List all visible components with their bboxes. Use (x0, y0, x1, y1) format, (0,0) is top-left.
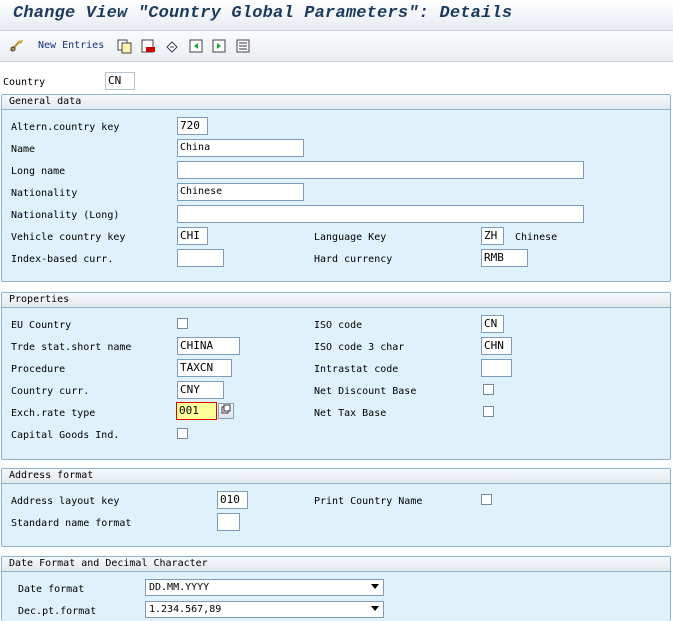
trde-stat-short-name-field[interactable]: CHINA (177, 337, 240, 355)
standard-name-format-label: Standard name format (11, 518, 132, 529)
undo-icon[interactable] (163, 37, 181, 55)
new-entries-button[interactable]: New Entries (38, 40, 104, 51)
name-field[interactable]: China (177, 139, 304, 157)
next-entry-icon[interactable] (210, 37, 228, 55)
iso-code-3-char-label: ISO code 3 char (314, 342, 405, 353)
date-format-label: Date format (18, 584, 85, 595)
group-title: Date Format and Decimal Character (2, 557, 670, 572)
address-layout-key-field[interactable]: 010 (217, 491, 248, 509)
index-based-curr-label: Index-based curr. (11, 254, 114, 265)
capital-goods-ind-label: Capital Goods Ind. (11, 430, 120, 441)
vehicle-country-key-label: Vehicle country key (11, 232, 126, 243)
eu-country-checkbox[interactable] (177, 318, 188, 329)
variable-list-icon[interactable] (234, 37, 252, 55)
date-format-dropdown[interactable]: DD.MM.YYYY (145, 579, 384, 596)
hard-currency-field[interactable]: RMB (481, 249, 528, 267)
long-name-label: Long name (11, 166, 66, 177)
iso-code-3-char-field[interactable]: CHN (481, 337, 512, 355)
dec-pt-format-dropdown[interactable]: 1.234.567,89 (145, 601, 384, 618)
date-format-value: DD.MM.YYYY (149, 582, 210, 593)
print-country-name-label: Print Country Name (314, 496, 423, 507)
nationality-label: Nationality (11, 188, 78, 199)
title-bar: Change View "Country Global Parameters":… (0, 0, 673, 31)
procedure-field[interactable]: TAXCN (177, 359, 232, 377)
group-title: Address format (2, 469, 670, 484)
language-key-label: Language Key (314, 232, 387, 243)
language-key-text: Chinese (515, 232, 558, 243)
altern-country-key-label: Altern.country key (11, 122, 120, 133)
iso-code-label: ISO code (314, 320, 363, 331)
copy-icon[interactable] (115, 37, 133, 55)
standard-name-format-field[interactable] (217, 513, 240, 531)
window-title: Change View "Country Global Parameters":… (13, 4, 513, 23)
nationality-long-field[interactable] (177, 205, 584, 223)
value-help-icon[interactable] (218, 403, 234, 419)
vehicle-country-key-field[interactable]: CHI (177, 227, 208, 245)
altern-country-key-field[interactable]: 720 (177, 117, 208, 135)
intrastat-code-field[interactable] (481, 359, 512, 377)
chevron-down-icon (371, 584, 379, 589)
net-tax-base-checkbox[interactable] (483, 406, 494, 417)
country-curr-field[interactable]: CNY (177, 381, 224, 399)
dec-pt-format-label: Dec.pt.format (18, 606, 97, 617)
nationality-long-label: Nationality (Long) (11, 210, 120, 221)
glasses-icon[interactable] (8, 37, 26, 55)
group-title: General data (2, 95, 670, 110)
previous-entry-icon[interactable] (187, 37, 205, 55)
hard-currency-label: Hard currency (314, 254, 393, 265)
net-discount-base-checkbox[interactable] (483, 384, 494, 395)
address-format-group: Address format (1, 468, 671, 547)
iso-code-field[interactable]: CN (481, 315, 504, 333)
country-label: Country (3, 77, 46, 88)
address-layout-key-label: Address layout key (11, 496, 120, 507)
language-key-field[interactable]: ZH (481, 227, 504, 245)
application-toolbar: New Entries (0, 31, 673, 62)
name-label: Name (11, 144, 36, 155)
net-discount-base-label: Net Discount Base (314, 386, 417, 397)
intrastat-code-label: Intrastat code (314, 364, 399, 375)
trde-stat-short-name-label: Trde stat.short name (11, 342, 132, 353)
country-field[interactable]: CN (105, 72, 135, 90)
net-tax-base-label: Net Tax Base (314, 408, 387, 419)
print-country-name-checkbox[interactable] (481, 494, 492, 505)
delete-icon[interactable] (139, 37, 157, 55)
long-name-field[interactable] (177, 161, 584, 179)
chevron-down-icon (371, 606, 379, 611)
dec-pt-format-value: 1.234.567,89 (149, 604, 222, 615)
index-based-curr-field[interactable] (177, 249, 224, 267)
capital-goods-ind-checkbox[interactable] (177, 428, 188, 439)
procedure-label: Procedure (11, 364, 66, 375)
exch-rate-type-field[interactable]: 001 (176, 402, 217, 420)
group-title: Properties (2, 293, 670, 308)
nationality-field[interactable]: Chinese (177, 183, 304, 201)
eu-country-label: EU Country (11, 320, 72, 331)
exch-rate-type-label: Exch.rate type (11, 408, 96, 419)
country-curr-label: Country curr. (11, 386, 90, 397)
